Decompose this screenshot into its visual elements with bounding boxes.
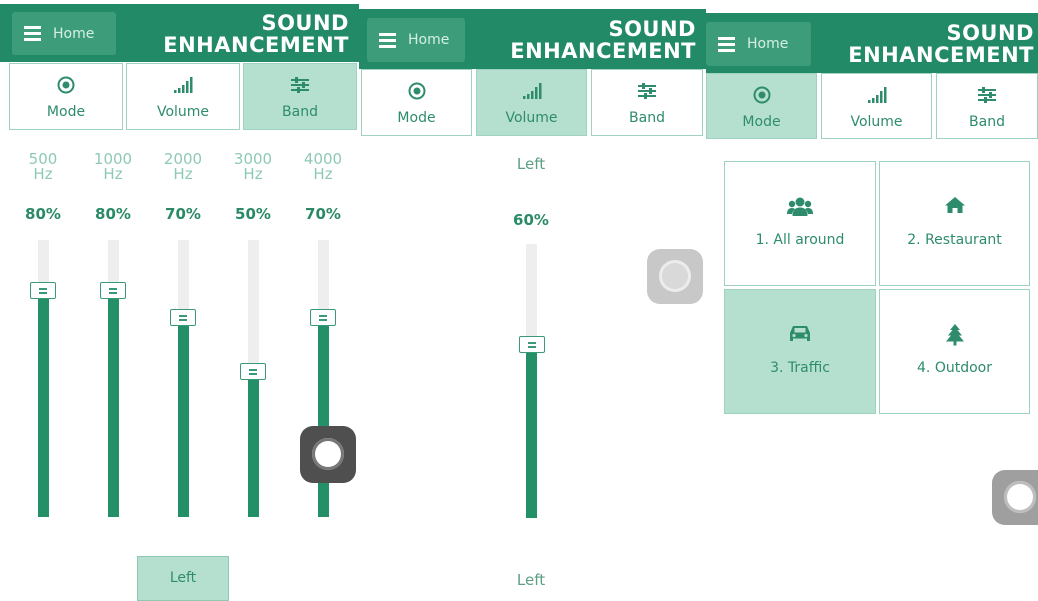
menu-icon	[24, 23, 41, 44]
target-icon	[57, 76, 75, 94]
mode-all-around[interactable]: 1. All around	[724, 161, 876, 286]
tab-mode-label: Mode	[397, 110, 436, 126]
tab-band-label: Band	[282, 104, 318, 120]
target-icon	[753, 86, 770, 104]
mode-restaurant-label: 2. Restaurant	[907, 232, 1002, 248]
volume-bars-icon	[174, 77, 193, 93]
band-frequency-unit: Hz	[313, 165, 333, 183]
band-slider-handle[interactable]	[310, 309, 336, 326]
tab-mode[interactable]: Mode	[361, 69, 472, 136]
side-label-top: Left	[516, 155, 546, 173]
band-frequency-label: 2000 Hz	[161, 152, 205, 182]
home-icon	[944, 197, 965, 213]
side-label-bottom: Left	[516, 571, 546, 589]
touch-ring-icon	[312, 438, 344, 470]
tab-volume-label: Volume	[850, 114, 903, 130]
tree-icon	[945, 324, 964, 346]
sliders-icon	[978, 87, 996, 103]
band-frequency-unit: Hz	[103, 165, 123, 183]
tab-mode-label: Mode	[46, 104, 86, 120]
car-icon	[790, 326, 810, 341]
band-slider-fill	[318, 321, 329, 517]
app-header: Home SOUND ENHANCEMENT	[0, 4, 359, 62]
volume-bars-icon	[522, 83, 541, 99]
tab-band[interactable]: Band	[243, 63, 357, 130]
home-button[interactable]: Home	[12, 12, 116, 55]
home-label: Home	[408, 32, 450, 48]
band-frequency-label: 3000 Hz	[231, 152, 275, 182]
band-slider[interactable]	[178, 240, 189, 517]
mode-all-around-label: 1. All around	[755, 232, 845, 248]
band-percent: 80%	[95, 205, 131, 223]
tab-mode[interactable]: Mode	[9, 63, 123, 130]
tab-volume[interactable]: Volume	[476, 69, 587, 136]
band-frequency-unit: Hz	[33, 165, 53, 183]
band-slider-handle[interactable]	[100, 282, 126, 299]
sliders-icon	[638, 83, 656, 99]
mode-screen: Home SOUND ENHANCEMENT Mode Volume Band …	[706, 0, 1038, 601]
target-icon	[408, 82, 425, 100]
mode-outdoor[interactable]: 4. Outdoor	[879, 289, 1030, 414]
band-screen: Home SOUND ENHANCEMENT Mode Volume Band …	[0, 0, 359, 601]
app-title: SOUND ENHANCEMENT	[510, 17, 696, 63]
volume-slider-handle[interactable]	[519, 336, 545, 353]
users-icon	[787, 197, 813, 216]
menu-icon	[718, 34, 735, 55]
band-percent: 80%	[25, 205, 61, 223]
tab-mode-label: Mode	[742, 114, 781, 130]
tab-band-label: Band	[969, 114, 1005, 130]
band-frequency-unit: Hz	[173, 165, 193, 183]
band-slider-fill	[178, 321, 189, 517]
mode-traffic-label: 3. Traffic	[770, 360, 830, 376]
volume-slider[interactable]	[526, 244, 537, 518]
tab-volume[interactable]: Volume	[821, 73, 932, 139]
touch-indicator	[300, 426, 356, 483]
left-button[interactable]: Left	[137, 556, 229, 601]
mode-traffic[interactable]: 3. Traffic	[724, 289, 876, 414]
app-title: SOUND ENHANCEMENT	[848, 21, 1034, 67]
band-frequency-unit: Hz	[243, 165, 263, 183]
touch-indicator	[992, 470, 1038, 525]
volume-screen: Home SOUND ENHANCEMENT Mode Volume Band …	[359, 0, 706, 601]
app-title: SOUND ENHANCEMENT	[163, 11, 349, 57]
tab-volume-label: Volume	[505, 110, 558, 126]
home-label: Home	[747, 36, 789, 52]
tab-volume[interactable]: Volume	[126, 63, 240, 130]
band-percent: 50%	[235, 205, 271, 223]
tab-band[interactable]: Band	[936, 73, 1038, 139]
tab-band-label: Band	[629, 110, 665, 126]
band-frequency-label: 500 Hz	[21, 152, 65, 182]
band-slider-fill	[248, 375, 259, 517]
sliders-icon	[291, 77, 309, 93]
band-slider-fill	[108, 294, 119, 517]
volume-slider-fill	[526, 353, 537, 518]
menu-icon	[379, 30, 396, 51]
touch-ring-icon	[1004, 481, 1036, 513]
tab-volume-label: Volume	[156, 104, 210, 120]
home-label: Home	[53, 25, 95, 42]
home-button[interactable]: Home	[706, 22, 811, 66]
band-slider-handle[interactable]	[30, 282, 56, 299]
app-header: Home SOUND ENHANCEMENT	[706, 13, 1038, 73]
tab-band[interactable]: Band	[591, 69, 703, 136]
tab-mode[interactable]: Mode	[706, 73, 817, 139]
mode-outdoor-label: 4. Outdoor	[917, 360, 992, 376]
band-percent: 70%	[305, 205, 341, 223]
mode-restaurant[interactable]: 2. Restaurant	[879, 161, 1030, 286]
band-slider-handle[interactable]	[240, 363, 266, 380]
volume-bars-icon	[867, 87, 886, 103]
volume-percent: 60%	[513, 211, 549, 229]
band-frequency-label: 1000 Hz	[91, 152, 135, 182]
touch-ring-icon	[659, 260, 691, 292]
band-slider-handle[interactable]	[170, 309, 196, 326]
band-percent: 70%	[165, 205, 201, 223]
touch-indicator	[647, 249, 703, 304]
home-button[interactable]: Home	[367, 18, 465, 62]
app-header: Home SOUND ENHANCEMENT	[359, 9, 706, 69]
band-slider-fill	[38, 294, 49, 517]
band-frequency-label: 4000 Hz	[301, 152, 345, 182]
